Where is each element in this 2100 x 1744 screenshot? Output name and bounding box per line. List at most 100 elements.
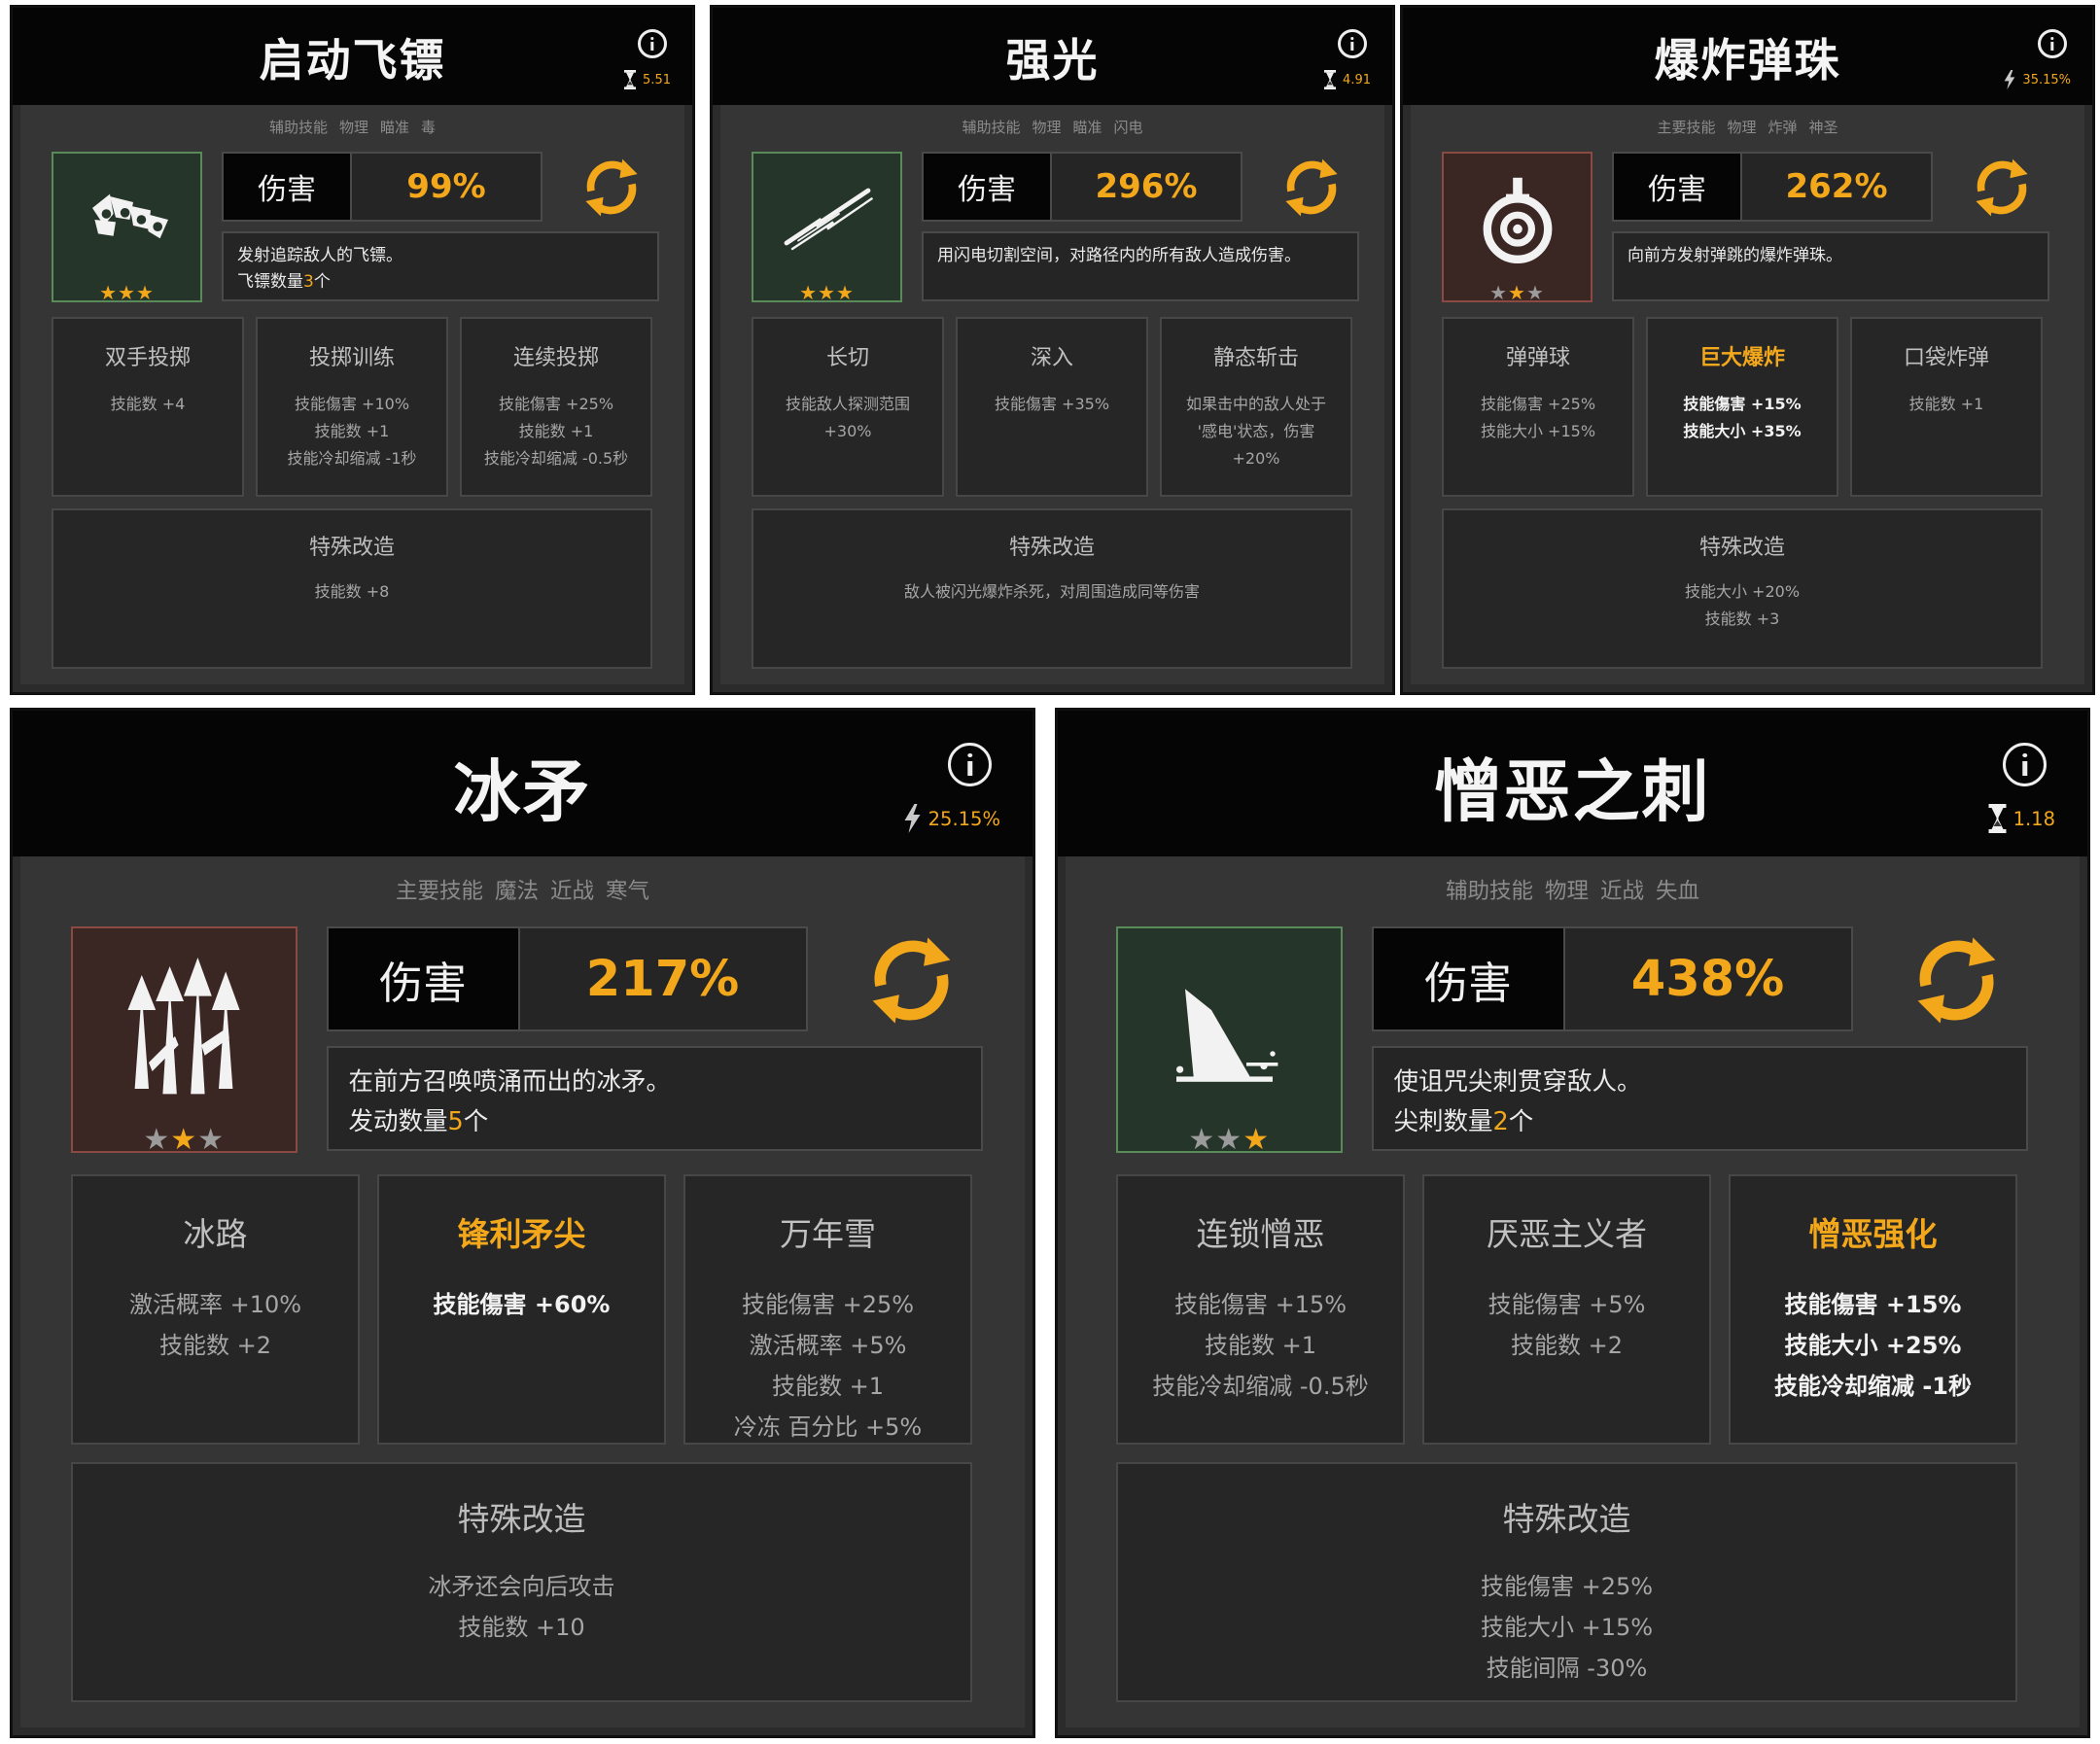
skill-tags: 辅助技能 物理 瞄准毒 <box>13 117 692 137</box>
damage-box: 伤害 262% <box>1612 152 1933 222</box>
skill-tag: 物理 <box>1032 119 1062 136</box>
upgrade-effect: 技能傷害 +10% <box>294 395 410 413</box>
description-line: 发动数量5个 <box>349 1102 961 1142</box>
skill-tag: 寒气 <box>606 879 650 904</box>
refresh-icon[interactable] <box>1962 154 2042 222</box>
info-icon[interactable] <box>638 29 667 58</box>
upgrade-option[interactable]: 冰路 激活概率 +10% 技能数 +2 <box>71 1174 360 1445</box>
hourglass-icon <box>1323 70 1337 89</box>
skill-tags: 主要技能 物理 炸弹 神圣 <box>1403 117 2092 137</box>
star-icon: ★ <box>1489 281 1509 304</box>
upgrade-option[interactable]: 弹弹球 技能傷害 +25% 技能大小 +15% <box>1442 317 1634 497</box>
description-text: 个 <box>1508 1106 1534 1136</box>
skill-tag: 瞄准 <box>1072 119 1102 136</box>
skill-description: 发射追踪敌人的飞镖。 飞镖数量3个 <box>222 231 659 301</box>
refresh-icon[interactable] <box>852 929 971 1031</box>
upgrade-option[interactable]: 连锁憎恶 技能傷害 +15% 技能数 +1 技能冷却缩减 -0.5秒 <box>1116 1174 1405 1445</box>
cooldown-stat: 1.18 <box>1987 804 2055 833</box>
upgrade-effect: 技能数 +2 <box>158 1332 271 1359</box>
special-modification[interactable]: 特殊改造 冰矛还会向后攻击 技能数 +10 <box>71 1461 972 1702</box>
special-modification[interactable]: 特殊改造敌人被闪光爆炸杀死，对周围造成同等伤害 <box>752 508 1352 669</box>
skill-tags: 辅助技能 物理 瞄准 闪电 <box>713 117 1392 137</box>
upgrade-name: 憎恶强化 <box>1808 1215 1938 1253</box>
refresh-icon[interactable] <box>572 154 651 222</box>
star-rating: ★★★ <box>73 1123 296 1157</box>
description-line: 发射追踪敌人的飞镖。 <box>237 246 402 265</box>
info-icon[interactable] <box>948 743 992 786</box>
special-title: 特殊改造 <box>1008 536 1095 560</box>
upgrade-effect: 技能冷却缩减 -1秒 <box>1773 1373 1972 1400</box>
description-line: 向前方发射弹跳的爆炸弹珠。 <box>1628 246 1842 265</box>
skill-description: 在前方召唤喷涌而出的冰矛。发动数量5个 <box>326 1046 983 1151</box>
skill-tag: 炸弹 <box>1768 119 1798 136</box>
upgrade-effects: 技能傷害 +10% 技能数 +1 技能冷却缩减 -1秒 <box>258 391 446 472</box>
damage-label: 伤害 <box>924 154 1050 220</box>
upgrade-effect: 技能敌人探测范围 <box>785 395 910 413</box>
description-line: 在前方召唤喷涌而出的冰矛。 <box>348 1067 672 1097</box>
skill-title: 启动飞镖 <box>259 34 446 87</box>
skill-card: 强光 4.91 辅助技能 物理 瞄准 闪电 ★★★ 伤害 296% 用闪电切割空间，对路径内的所有… <box>710 5 1395 695</box>
special-effects: 冰矛还会向后攻击 技能数 +10 <box>73 1566 970 1648</box>
info-icon[interactable] <box>1338 29 1367 58</box>
upgrade-effects: 技能傷害 +15% 技能大小 +25% 技能冷却缩减 -1秒 <box>1731 1284 2015 1407</box>
stat-value: 1.18 <box>2012 807 2055 830</box>
hourglass-icon <box>623 70 637 89</box>
damage-label: 伤害 <box>1614 154 1740 220</box>
upgrade-effect: 技能冷却缩减 -0.5秒 <box>1152 1373 1369 1400</box>
special-modification[interactable]: 特殊改造 技能数 +8 <box>52 508 652 669</box>
upgrade-effect: 技能傷害 +25% <box>498 395 614 413</box>
upgrade-option[interactable]: 静态斩击 如果击中的敌人处于 '感电'状态，伤害 +20% <box>1160 317 1352 497</box>
upgrade-effect: 技能冷却缩减 -1秒 <box>287 449 417 468</box>
skill-tag: 物理 <box>1727 119 1757 136</box>
shuriken-icon <box>65 161 190 278</box>
special-effect: 技能大小 +20% <box>1684 582 1801 601</box>
upgrade-name: 口袋炸弹 <box>1903 346 1989 370</box>
upgrade-option[interactable]: 口袋炸弹 技能数 +1 <box>1850 317 2043 497</box>
card-header: 启动飞镖 5.51 <box>13 8 692 105</box>
star-rating: ★★★ <box>753 281 900 304</box>
skill-title: 强光 <box>1005 34 1100 87</box>
upgrade-effect: 技能数 +1 <box>771 1373 884 1400</box>
upgrade-effect: 如果击中的敌人处于 <box>1185 395 1326 413</box>
upgrade-option[interactable]: 投掷训练 技能傷害 +10% 技能数 +1 技能冷却缩减 -1秒 <box>256 317 448 497</box>
description-line: 尖刺数量2个 <box>1394 1102 2006 1142</box>
skill-tag: 瞄准 <box>380 119 410 136</box>
upgrade-option[interactable]: 巨大爆炸 技能傷害 +15% 技能大小 +35% <box>1646 317 1838 497</box>
upgrade-name: 深入 <box>1030 346 1073 370</box>
upgrade-option[interactable]: 万年雪 技能傷害 +25% 激活概率 +5% 技能数 +1 冷冻 百分比 +5% <box>683 1174 972 1445</box>
refresh-icon[interactable] <box>1897 929 2016 1031</box>
upgrade-effect: 技能数 +4 <box>110 395 186 413</box>
upgrade-effect: 激活概率 +5% <box>749 1332 907 1359</box>
upgrade-option[interactable]: 双手投掷 技能数 +4 <box>52 317 244 497</box>
cooldown-stat: 35.15% <box>2003 70 2071 89</box>
upgrade-option[interactable]: 连续投掷 技能傷害 +25% 技能数 +1 技能冷却缩减 -0.5秒 <box>460 317 652 497</box>
skill-card: 冰矛 25.15% 主要技能 魔法 近战 寒气 ★★★ 伤害 217% 在前方召唤喷涌而出的冰矛。… <box>10 708 1035 1738</box>
info-icon[interactable] <box>2003 743 2047 786</box>
special-effect: 技能傷害 +25% <box>1480 1572 1654 1600</box>
special-effect: 冰矛还会向后攻击 <box>428 1572 615 1600</box>
skill-icon-frame: ★★★ <box>1442 152 1592 304</box>
special-effect: 敌人被闪光爆炸杀死，对周围造成同等伤害 <box>903 582 1200 601</box>
upgrade-effect: 技能傷害 +15% <box>1784 1291 1962 1318</box>
upgrade-effects: 技能傷害 +25% 激活概率 +5% 技能数 +1 冷冻 百分比 +5% <box>685 1284 970 1448</box>
upgrade-option[interactable]: 锋利矛尖 技能傷害 +60% <box>377 1174 666 1445</box>
refresh-icon[interactable] <box>1272 154 1351 222</box>
info-icon[interactable] <box>2038 29 2067 58</box>
skill-tag: 物理 <box>338 119 368 136</box>
upgrade-option[interactable]: 深入 技能傷害 +35% <box>956 317 1148 497</box>
damage-value: 217% <box>517 928 806 1029</box>
upgrade-effect: 技能傷害 +15% <box>1173 1291 1348 1318</box>
special-modification[interactable]: 特殊改造 技能大小 +20% 技能数 +3 <box>1442 508 2043 669</box>
skill-tag: 失血 <box>1656 879 1700 904</box>
upgrade-option[interactable]: 憎恶强化技能傷害 +15% 技能大小 +25% 技能冷却缩减 -1秒 <box>1729 1174 2017 1445</box>
upgrade-effects: 如果击中的敌人处于 '感电'状态，伤害 +20% <box>1162 391 1350 472</box>
upgrade-name: 巨大爆炸 <box>1698 346 1785 370</box>
star-icon: ★ <box>143 1122 171 1157</box>
upgrade-effect: 技能大小 +15% <box>1480 422 1596 440</box>
skill-tag: 辅助技能 <box>962 119 1021 136</box>
upgrade-option[interactable]: 长切 技能敌人探测范围 +30% <box>752 317 944 497</box>
special-modification[interactable]: 特殊改造 技能傷害 +25% 技能大小 +15% 技能间隔 -30% <box>1116 1461 2017 1702</box>
upgrade-option[interactable]: 厌恶主义者 技能傷害 +5% 技能数 +2 <box>1422 1174 1711 1445</box>
upgrade-name: 冰路 <box>183 1215 248 1253</box>
star-icon: ★ <box>170 1122 198 1157</box>
